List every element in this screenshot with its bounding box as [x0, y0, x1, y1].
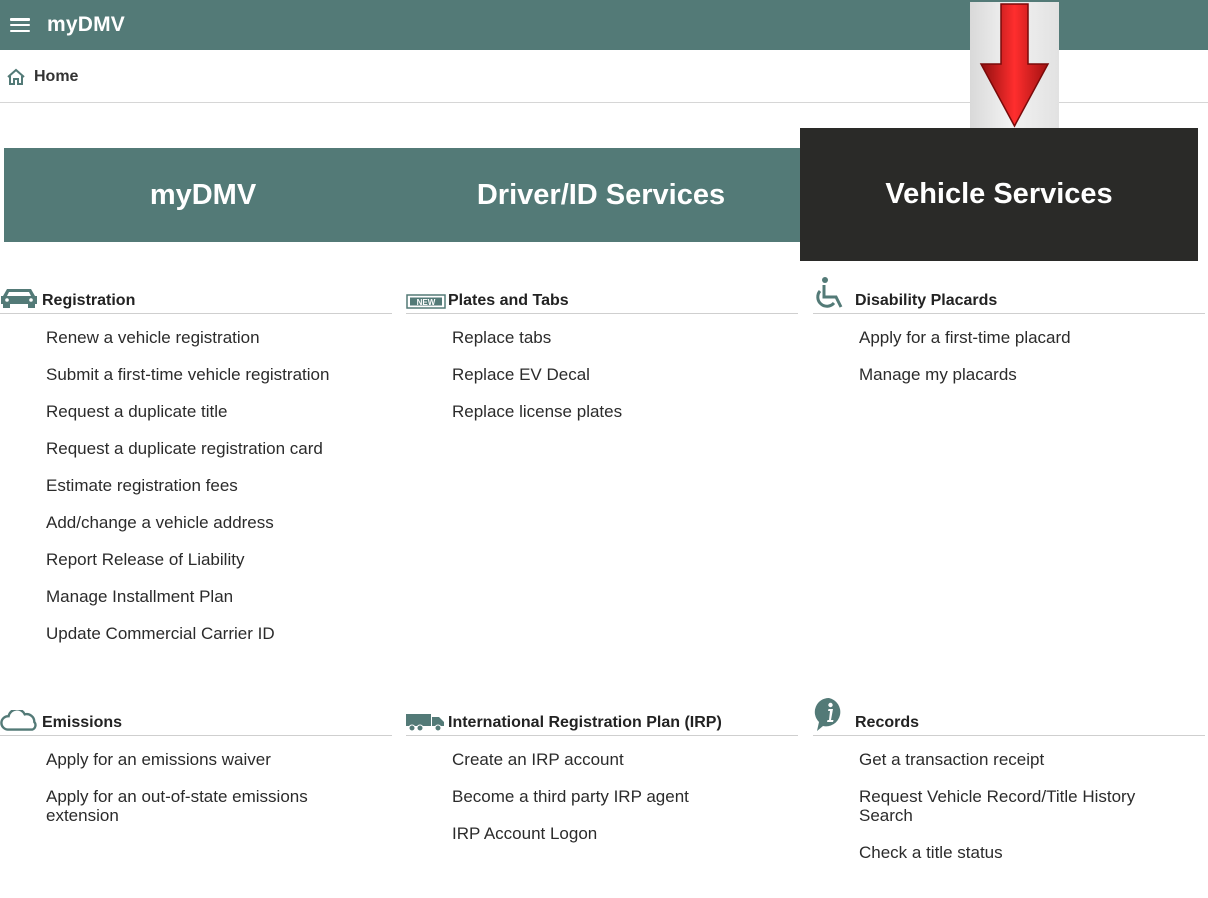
menu-icon[interactable] — [10, 18, 30, 32]
info-icon — [813, 697, 853, 732]
link-list: Apply for a first-time placard Manage my… — [813, 328, 1205, 384]
section-header: NEW Plates and Tabs — [406, 284, 798, 314]
link-estimate-fees[interactable]: Estimate registration fees — [46, 476, 366, 495]
tab-mydmv[interactable]: myDMV — [4, 148, 402, 242]
section-header: Emissions — [0, 706, 392, 736]
wheelchair-icon — [813, 277, 853, 310]
section-registration: Registration Renew a vehicle registratio… — [0, 284, 392, 643]
link-release-of-liability[interactable]: Report Release of Liability — [46, 550, 366, 569]
link-commercial-carrier-id[interactable]: Update Commercial Carrier ID — [46, 624, 366, 643]
tab-driver-id-services[interactable]: Driver/ID Services — [402, 148, 800, 242]
link-duplicate-registration-card[interactable]: Request a duplicate registration card — [46, 439, 366, 458]
section-title: Records — [855, 714, 920, 731]
link-first-time-registration[interactable]: Submit a first-time vehicle registration — [46, 365, 366, 384]
tab-vehicle-services[interactable]: Vehicle Services — [800, 128, 1198, 261]
link-irp-logon[interactable]: IRP Account Logon — [452, 824, 772, 843]
link-replace-ev-decal[interactable]: Replace EV Decal — [452, 365, 772, 384]
link-installment-plan[interactable]: Manage Installment Plan — [46, 587, 366, 606]
link-list: Replace tabs Replace EV Decal Replace li… — [406, 328, 798, 421]
section-emissions: Emissions Apply for an emissions waiver … — [0, 706, 392, 825]
cloud-icon — [0, 700, 40, 732]
section-header: International Registration Plan (IRP) — [406, 706, 798, 736]
app-title[interactable]: myDMV — [47, 13, 125, 37]
section-header: Registration — [0, 284, 392, 314]
car-icon — [0, 278, 40, 310]
section-title: International Registration Plan (IRP) — [448, 714, 722, 731]
breadcrumb-home[interactable]: Home — [34, 68, 78, 86]
section-title: Disability Placards — [855, 292, 998, 309]
down-arrow-icon — [979, 3, 1050, 128]
link-vehicle-record-search[interactable]: Request Vehicle Record/Title History Sea… — [859, 787, 1179, 825]
new-badge-icon: NEW — [406, 278, 446, 310]
link-irp-agent[interactable]: Become a third party IRP agent — [452, 787, 772, 806]
link-renew-registration[interactable]: Renew a vehicle registration — [46, 328, 366, 347]
service-tabs: myDMV Driver/ID Services Vehicle Service… — [4, 128, 1198, 261]
link-list: Get a transaction receipt Request Vehicl… — [813, 750, 1205, 862]
section-disability-placards: Disability Placards Apply for a first-ti… — [813, 277, 1205, 384]
link-emissions-extension[interactable]: Apply for an out-of-state emissions exte… — [46, 787, 366, 825]
new-badge-text: NEW — [417, 298, 436, 307]
section-title: Emissions — [42, 714, 123, 731]
link-list: Apply for an emissions waiver Apply for … — [0, 750, 392, 825]
section-records: Records Get a transaction receipt Reques… — [813, 697, 1205, 862]
link-list: Renew a vehicle registration Submit a fi… — [0, 328, 392, 643]
section-title: Plates and Tabs — [448, 292, 569, 309]
section-irp: International Registration Plan (IRP) Cr… — [406, 706, 798, 843]
link-manage-placards[interactable]: Manage my placards — [859, 365, 1179, 384]
link-title-status[interactable]: Check a title status — [859, 843, 1179, 862]
link-create-irp-account[interactable]: Create an IRP account — [452, 750, 772, 769]
arrow-annotation — [970, 2, 1059, 129]
link-first-time-placard[interactable]: Apply for a first-time placard — [859, 328, 1179, 347]
link-duplicate-title[interactable]: Request a duplicate title — [46, 402, 366, 421]
link-transaction-receipt[interactable]: Get a transaction receipt — [859, 750, 1179, 769]
truck-icon — [406, 700, 446, 732]
section-plates-tabs: NEW Plates and Tabs Replace tabs Replace… — [406, 284, 798, 421]
link-replace-license-plates[interactable]: Replace license plates — [452, 402, 772, 421]
section-header: Disability Placards — [813, 277, 1205, 314]
section-header: Records — [813, 697, 1205, 736]
link-emissions-waiver[interactable]: Apply for an emissions waiver — [46, 750, 366, 769]
link-replace-tabs[interactable]: Replace tabs — [452, 328, 772, 347]
link-list: Create an IRP account Become a third par… — [406, 750, 798, 843]
link-change-vehicle-address[interactable]: Add/change a vehicle address — [46, 513, 366, 532]
section-title: Registration — [42, 292, 136, 309]
home-icon[interactable] — [6, 68, 26, 86]
